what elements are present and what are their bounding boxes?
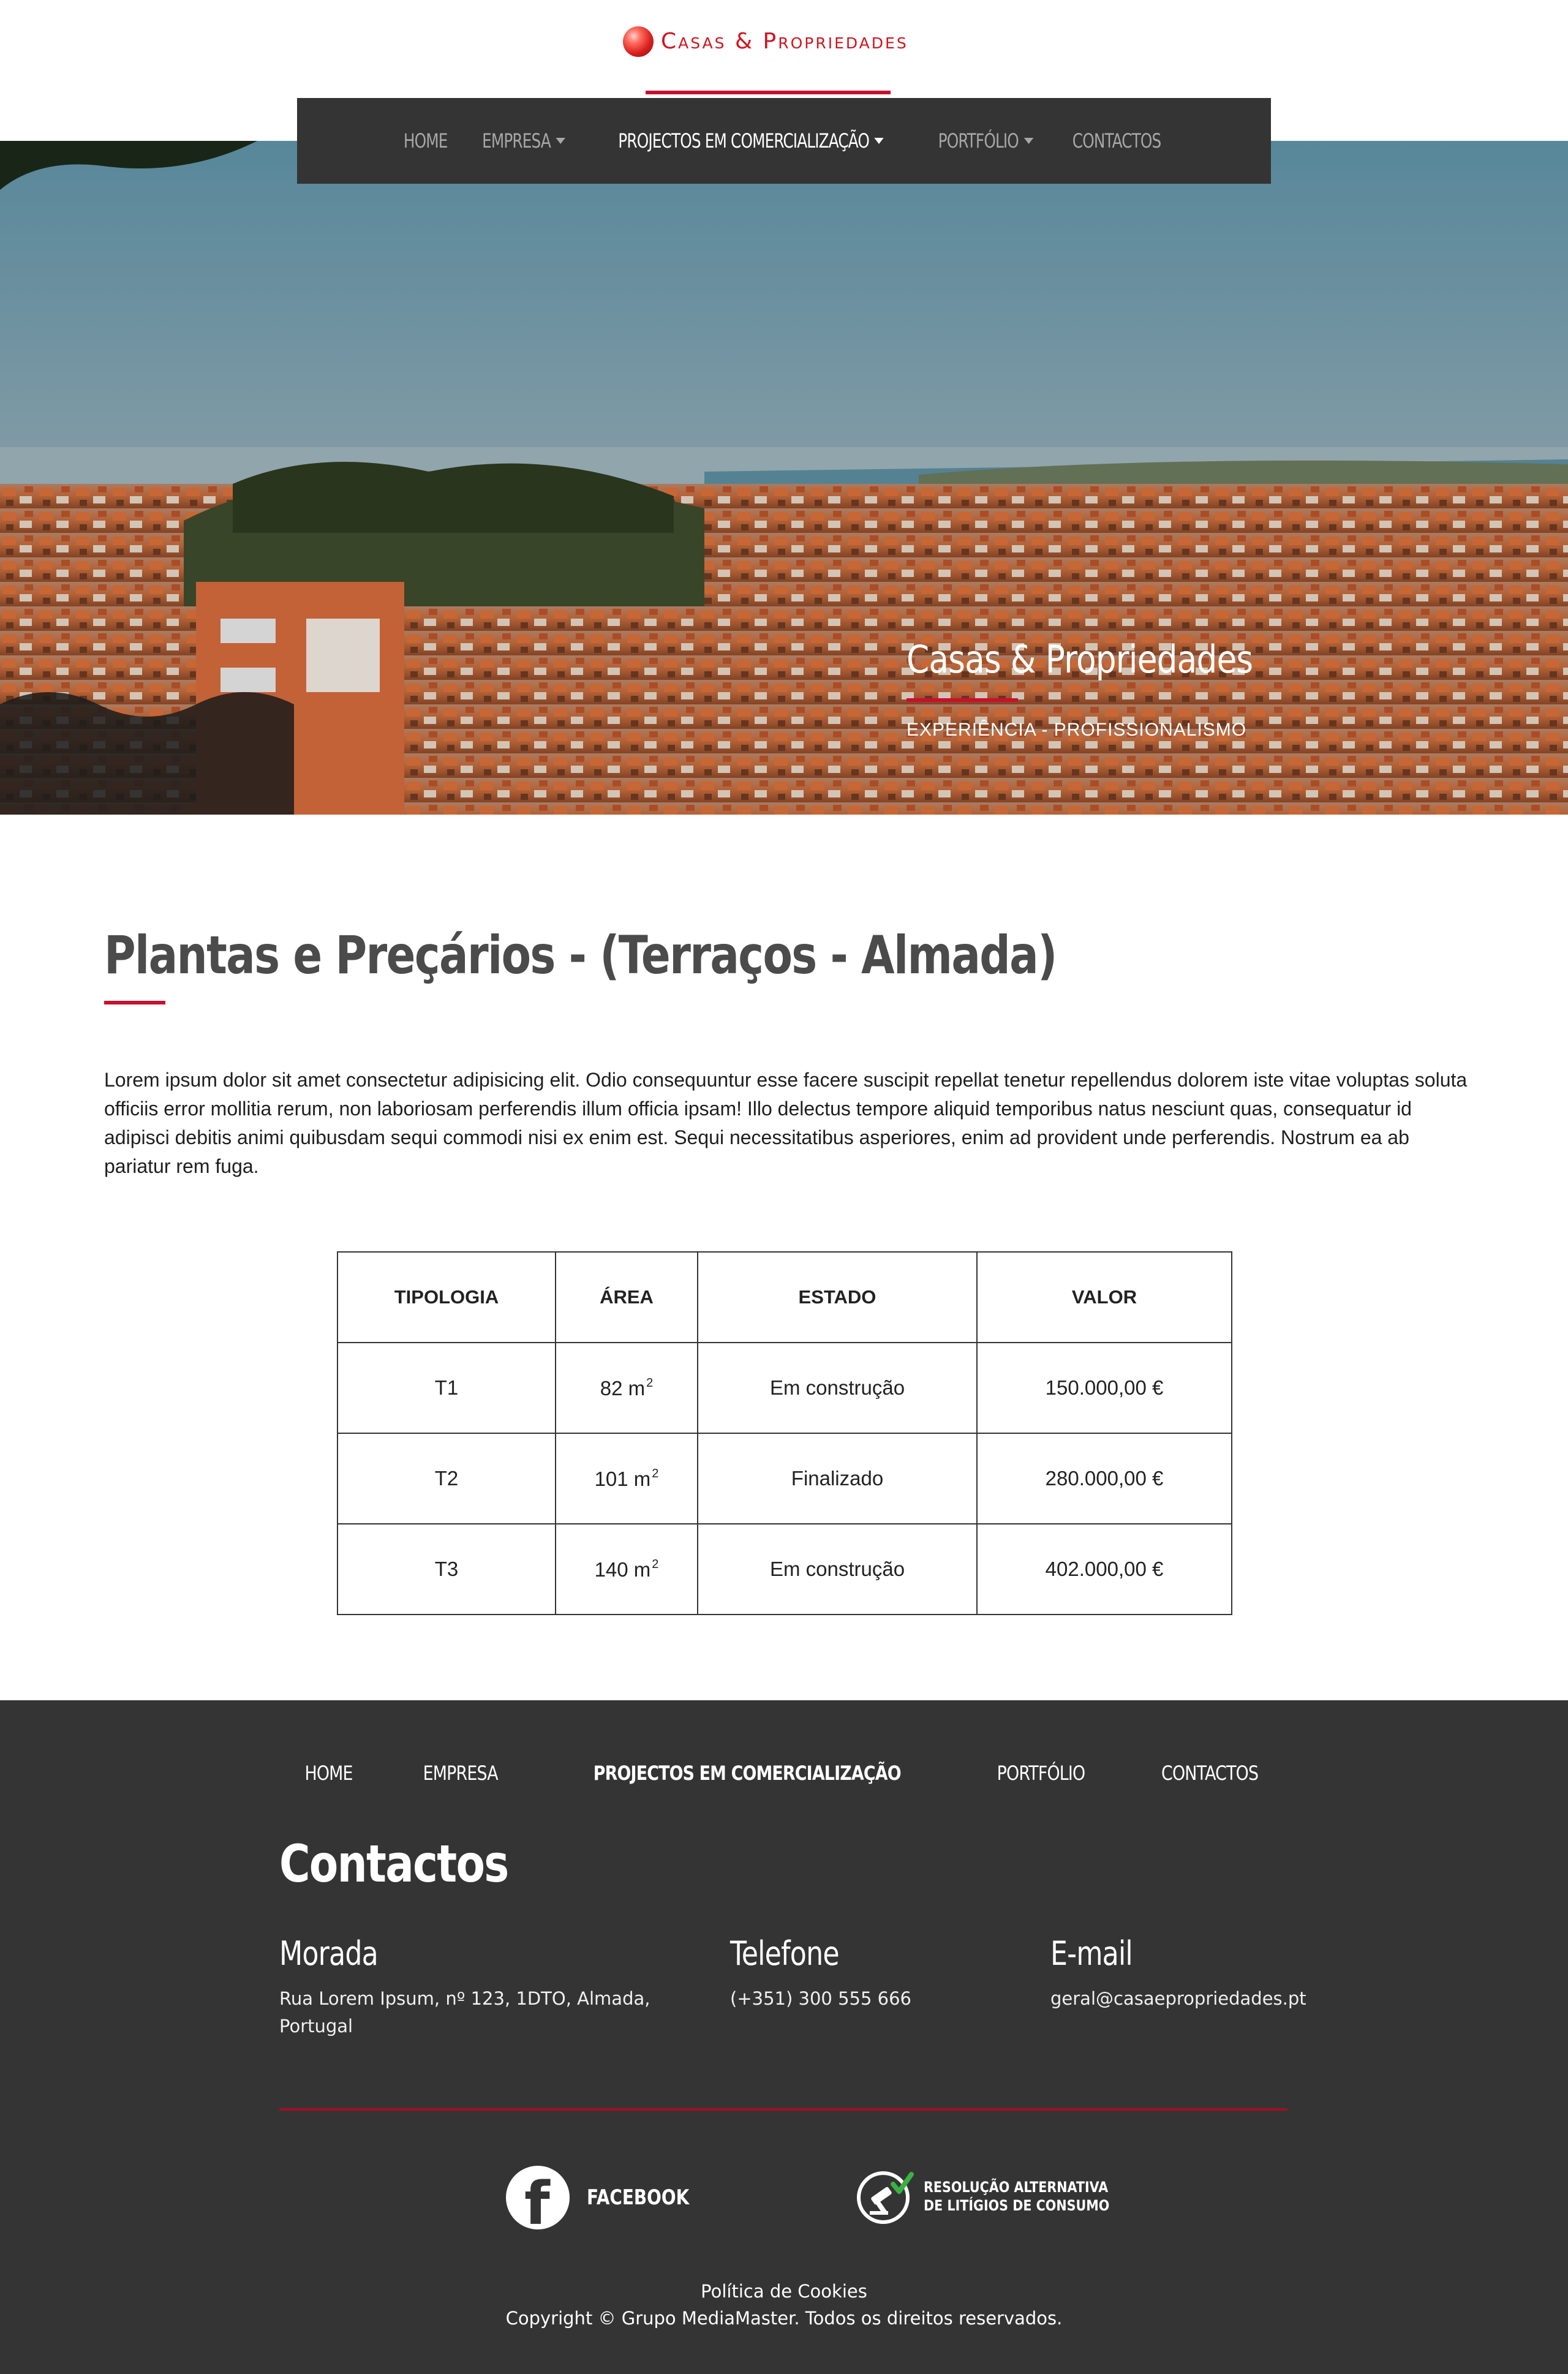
main-navbar: HOME EMPRESA PROJECTOS EM COMERCIALIZAÇÃ… <box>297 98 1271 184</box>
nav-home-label: HOME <box>403 129 448 153</box>
cell-estado: Em construção <box>697 1342 978 1434</box>
nav-contactos[interactable]: CONTACTOS <box>1062 129 1172 153</box>
intro-paragraph: Lorem ipsum dolor sit amet consectetur a… <box>104 1069 1468 1177</box>
area-exponent: 2 <box>652 1557 659 1571</box>
facebook-link[interactable]: f FACEBOOK <box>506 2166 712 2229</box>
cell-area: 140 m2 <box>555 1523 698 1615</box>
chevron-down-icon <box>1023 138 1033 144</box>
email-label: E-mail <box>1050 1934 1133 1973</box>
morada-value: Rua Lorem Ipsum, nº 123, 1DTO, Almada, P… <box>279 1988 650 2037</box>
footer-nav-contactos[interactable]: CONTACTOS <box>1137 1762 1283 1785</box>
cell-tipologia: T1 <box>337 1342 556 1434</box>
cell-valor: 150.000,00 € <box>976 1342 1232 1434</box>
cell-area: 101 m2 <box>555 1433 698 1524</box>
cell-tipologia: T2 <box>337 1433 556 1524</box>
table-row: T3 140 m2 Em construção 402.000,00 € <box>337 1523 1232 1615</box>
nav-portfolio-label: PORTFÓLIO <box>938 129 1019 153</box>
area-value: 82 m <box>600 1376 646 1400</box>
morada-label: Morada <box>279 1934 379 1973</box>
chevron-down-icon <box>556 138 566 144</box>
page-title: Plantas e Preçários - (Terraços - Almada… <box>104 925 1057 986</box>
area-value: 140 m <box>594 1558 651 1581</box>
facebook-icon: f <box>506 2166 570 2229</box>
facebook-label: FACEBOOK <box>587 2185 690 2210</box>
table-header-row: TIPOLOGIA ÁREA ESTADO VALOR <box>337 1251 1232 1343</box>
header-tipologia: TIPOLOGIA <box>337 1251 556 1343</box>
contact-email: E-mail geral@casaepropriedades.pt <box>1050 1934 1357 2013</box>
nav-projectos[interactable]: PROJECTOS EM COMERCIALIZAÇÃO <box>608 129 894 153</box>
area-exponent: 2 <box>652 1466 659 1480</box>
site-footer: HOME EMPRESA PROJECTOS EM COMERCIALIZAÇÃ… <box>0 1700 1568 2374</box>
page-title-underline <box>104 1001 165 1004</box>
table-row: T1 82 m2 Em construção 150.000,00 € <box>337 1342 1232 1434</box>
brand-logo[interactable]: Casas & Propriedades <box>623 26 908 58</box>
nav-empresa-label: EMPRESA <box>482 129 551 153</box>
cell-valor: 402.000,00 € <box>976 1523 1232 1615</box>
hero-title-underline <box>907 698 1018 702</box>
contact-telefone: Telefone (+351) 300 555 666 <box>730 1934 987 2013</box>
contact-morada: Morada Rua Lorem Ipsum, nº 123, 1DTO, Al… <box>279 1934 659 2040</box>
email-value[interactable]: geral@casaepropriedades.pt <box>1050 1985 1357 2013</box>
area-exponent: 2 <box>646 1376 654 1390</box>
cell-tipologia: T3 <box>337 1523 556 1615</box>
cell-valor: 280.000,00 € <box>976 1433 1232 1524</box>
header-estado: ESTADO <box>697 1251 978 1343</box>
telefone-label: Telefone <box>730 1934 840 1973</box>
header-valor: VALOR <box>976 1251 1232 1343</box>
nav-home[interactable]: HOME <box>393 129 458 153</box>
footer-nav: HOME EMPRESA PROJECTOS EM COMERCIALIZAÇÃ… <box>0 1762 1568 1785</box>
nav-projectos-label: PROJECTOS EM COMERCIALIZAÇÃO <box>618 129 870 153</box>
ral-line1: RESOLUÇÃO ALTERNATIVA <box>924 2179 1109 2196</box>
nav-empresa[interactable]: EMPRESA <box>472 129 576 153</box>
footer-divider <box>279 2108 1287 2111</box>
area-value: 101 m <box>594 1467 651 1490</box>
hero-title: Casas & Propriedades <box>907 637 1253 682</box>
footer-nav-empresa[interactable]: EMPRESA <box>399 1762 523 1785</box>
chevron-down-icon <box>874 138 884 144</box>
hero-subtitle: EXPERIÊNCIA - PROFISSIONALISMO <box>907 720 1247 740</box>
nav-contactos-label: CONTACTOS <box>1072 129 1161 153</box>
footer-nav-projectos[interactable]: PROJECTOS EM COMERCIALIZAÇÃO <box>568 1762 925 1785</box>
logo-underline <box>646 91 891 94</box>
table-row: T2 101 m2 Finalizado 280.000,00 € <box>337 1433 1232 1524</box>
header-area: ÁREA <box>555 1251 698 1343</box>
footer-nav-portfolio[interactable]: PORTFÓLIO <box>973 1762 1110 1785</box>
gavel-check-icon <box>857 2171 914 2224</box>
footer-nav-home[interactable]: HOME <box>281 1762 378 1785</box>
ral-link[interactable]: RESOLUÇÃO ALTERNATIVA DE LITÍGIOS DE CON… <box>856 2167 1140 2226</box>
ral-label: RESOLUÇÃO ALTERNATIVA DE LITÍGIOS DE CON… <box>924 2178 1109 2215</box>
cookies-link[interactable]: Política de Cookies <box>0 2281 1568 2302</box>
price-table: TIPOLOGIA ÁREA ESTADO VALOR T1 82 m2 Em … <box>337 1251 1232 1615</box>
telefone-value[interactable]: (+351) 300 555 666 <box>730 1985 987 2013</box>
cell-estado: Finalizado <box>697 1433 978 1524</box>
copyright: Copyright © Grupo MediaMaster. Todos os … <box>505 2308 1063 2329</box>
logo-text: Casas & Propriedades <box>661 29 908 54</box>
ral-line2: DE LITÍGIOS DE CONSUMO <box>924 2197 1110 2214</box>
hero-banner: Casas & Propriedades EXPERIÊNCIA - PROFI… <box>0 141 1568 815</box>
cell-estado: Em construção <box>697 1523 978 1615</box>
nav-portfolio[interactable]: PORTFÓLIO <box>927 129 1044 153</box>
hero-city-image <box>0 141 1568 815</box>
logo-sphere-icon <box>623 26 654 57</box>
contacts-title: Contactos <box>279 1834 509 1894</box>
cell-area: 82 m2 <box>555 1342 698 1434</box>
